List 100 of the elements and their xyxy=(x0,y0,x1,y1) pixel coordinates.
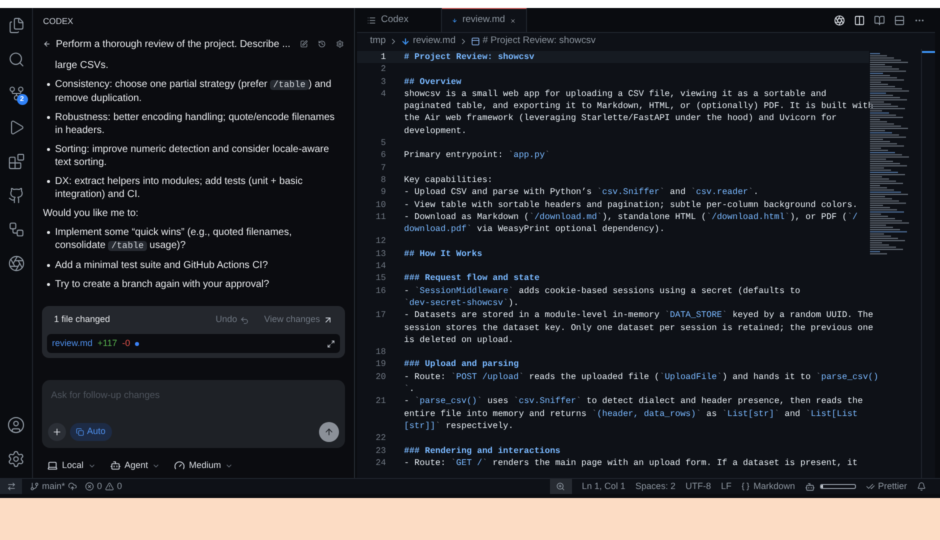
encoding-status[interactable]: UTF-8 xyxy=(685,480,711,494)
message-text: DX: extract helpers into modules; add tests (unit + basic integration) and CI. xyxy=(55,175,304,201)
message-text: Robustness: better encoding handling; quote/encode filenames in headers. xyxy=(55,111,336,137)
back-icon[interactable] xyxy=(43,39,51,49)
settings-icon[interactable] xyxy=(7,450,25,468)
option-dropdown[interactable]: Medium xyxy=(174,459,234,472)
added-count: +117 xyxy=(98,336,118,350)
message-text: Would you like me to: xyxy=(43,207,140,220)
file-name[interactable]: review.md xyxy=(52,336,93,350)
panel-title: CODEX xyxy=(42,15,74,28)
extensions-icon[interactable] xyxy=(8,153,24,170)
line-number: 8 xyxy=(380,174,386,186)
code-line: - Download as Markdown (`/download.md`), standalone HTML (`/download.html`), or PDF (`/ xyxy=(404,210,858,224)
laptop-icon xyxy=(47,460,58,472)
undo-button[interactable]: Undo xyxy=(216,313,250,327)
branch-status[interactable]: main* xyxy=(30,480,78,494)
code-line: - `parse_csv()` uses `csv.Sniffer` to detect dialect and header presence, then reads the xyxy=(404,395,863,408)
code-line: paginated table, and exporting it to Markdown, HTML, or (optionally) PDF. It is built with xyxy=(404,100,874,112)
search-icon[interactable] xyxy=(8,51,24,68)
line-number: 7 xyxy=(380,162,386,174)
bullet-icon xyxy=(47,83,50,86)
remote-button[interactable] xyxy=(0,479,22,494)
settings-icon[interactable] xyxy=(336,39,344,49)
code-line: entire file into memory and returns `(header, data_rows)` as `List[str]` and `List[List xyxy=(404,408,859,420)
copy-icon xyxy=(76,428,84,436)
split-editor-icon[interactable] xyxy=(894,14,905,26)
breadcrumb-item[interactable]: review.md xyxy=(412,34,456,48)
auto-mode-chip[interactable]: Auto xyxy=(70,423,112,441)
aperture-icon[interactable] xyxy=(8,255,24,272)
inline-code: /table xyxy=(270,80,309,90)
bullet-icon xyxy=(47,231,50,234)
line-number: 5 xyxy=(380,137,386,150)
github-icon[interactable] xyxy=(8,187,24,204)
code-line: ## Overview xyxy=(404,76,462,88)
breadcrumb-item[interactable]: tmp xyxy=(370,34,386,48)
code-line: `. xyxy=(404,383,416,396)
account-icon[interactable] xyxy=(7,416,25,434)
zoom-icon xyxy=(556,482,566,491)
line-number: 10 xyxy=(374,198,386,211)
option-dropdown[interactable]: Local xyxy=(47,459,96,472)
code-line: is deleted on upload. xyxy=(404,334,514,346)
line-number: 3 xyxy=(380,76,386,88)
language-status[interactable]: Markdown xyxy=(741,480,795,494)
line-number: 2 xyxy=(380,63,386,76)
warning-icon xyxy=(105,482,114,491)
add-button[interactable] xyxy=(48,423,66,441)
braces-icon xyxy=(741,482,750,491)
line-number: 21 xyxy=(374,395,386,408)
code-line: - View table with sortable headers and pagination; subtle per-column background colors. xyxy=(404,198,858,211)
code-line: [str]]` respectively. xyxy=(404,420,514,432)
problems-status[interactable]: 0 0 xyxy=(85,480,122,494)
code-line: Key capabilities: xyxy=(404,174,493,186)
code-line: ### Upload and parsing xyxy=(404,358,519,371)
bullet-icon xyxy=(47,283,50,286)
breadcrumb-item[interactable]: # Project Review: showcsv xyxy=(482,34,596,48)
history-icon[interactable] xyxy=(318,39,326,49)
code-line: the Air web framework (leveraging Starlette/FastAPI under the hood) and Uvicorn for xyxy=(404,112,838,125)
option-dropdown[interactable]: Agent xyxy=(110,459,160,472)
line-number: 19 xyxy=(374,358,386,371)
remote-icon xyxy=(6,482,16,491)
undo-icon xyxy=(240,316,250,324)
source-control-icon[interactable] xyxy=(8,85,24,102)
files-icon[interactable] xyxy=(8,17,24,34)
line-number: 23 xyxy=(374,444,386,457)
code-line: - `SessionMiddleware` adds cookie-based sessions using a secret (defaults to xyxy=(404,284,800,297)
cursor-position[interactable]: Ln 1, Col 1 xyxy=(582,480,626,494)
notifications-icon[interactable] xyxy=(917,482,926,491)
diagram-icon[interactable] xyxy=(8,221,24,238)
editor-tab[interactable]: review.md xyxy=(442,8,527,32)
robot-icon[interactable] xyxy=(804,482,815,492)
plus-icon xyxy=(52,427,62,437)
line-number: 14 xyxy=(374,260,386,272)
code-line: `dev-secret-showcsv`). xyxy=(404,296,520,310)
view-changes-button[interactable]: View changes xyxy=(264,313,333,327)
bullet-icon xyxy=(47,148,50,151)
list-icon xyxy=(367,16,376,24)
preview-icon[interactable] xyxy=(874,14,885,26)
tab-label: Codex xyxy=(381,12,408,27)
file-change-row[interactable]: review.md +117 -0 xyxy=(47,334,340,353)
zoom-button[interactable] xyxy=(550,479,572,494)
formatter-status[interactable]: Prettier xyxy=(866,480,907,494)
expand-icon[interactable] xyxy=(327,340,335,348)
line-ending-status[interactable]: LF xyxy=(720,480,732,494)
double-check-icon xyxy=(866,482,875,491)
error-icon xyxy=(85,482,94,491)
indentation-status[interactable]: Spaces: 2 xyxy=(635,480,676,494)
code-line: development. xyxy=(404,124,468,138)
removed-count: -0 xyxy=(122,336,130,350)
gauge-icon xyxy=(174,460,186,472)
markdown-icon xyxy=(452,16,458,25)
message-text: Implement some “quick wins” (e.g., quoted filenames, consolidate /table usage)? xyxy=(55,226,293,253)
edit-icon[interactable] xyxy=(300,39,308,49)
columns-icon[interactable] xyxy=(854,14,865,26)
code-line: - Route: `POST /upload` reads the uploaded file (`UploadFile`) and hands it to `parse_csv() xyxy=(404,370,878,384)
line-number: 6 xyxy=(380,149,386,162)
arrow-icon xyxy=(323,315,333,325)
code-line: - Route: `GET /` renders the main page with an upload form. If a dataset is present, it xyxy=(404,456,858,470)
send-button[interactable] xyxy=(319,422,339,442)
section-icon xyxy=(470,36,480,46)
code-line: ### Rendering and interactions xyxy=(404,444,560,457)
